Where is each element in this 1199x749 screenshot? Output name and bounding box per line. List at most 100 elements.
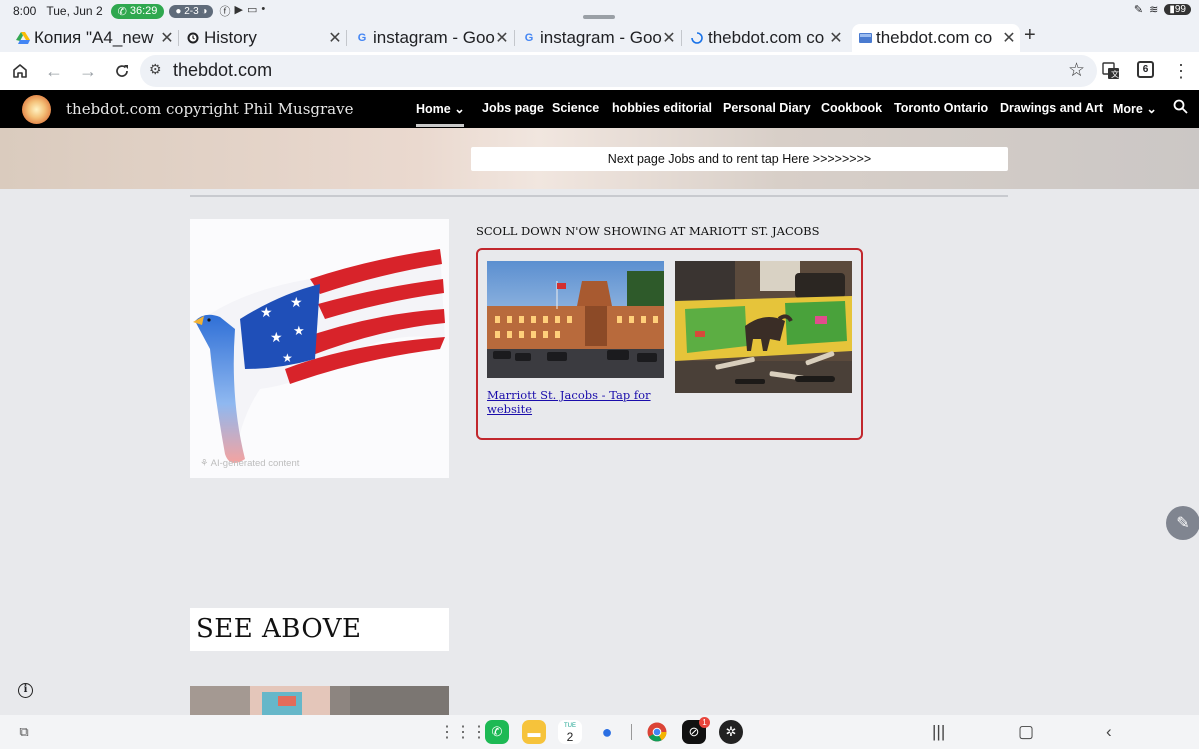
chrome-app-icon[interactable]: [645, 720, 669, 744]
tasks-app-icon[interactable]: ⊘ 1: [682, 717, 710, 744]
tab-separator: [178, 30, 179, 46]
app-drawer-icon[interactable]: ⋮⋮⋮: [439, 720, 487, 744]
ai-generated-label: ⚘ AI-generated content: [200, 458, 300, 469]
site-logo[interactable]: [22, 95, 51, 124]
site-header: thebdot.com copyright Phil Musgrave Home…: [0, 90, 1199, 128]
site-title[interactable]: thebdot.com copyright Phil Musgrave: [66, 100, 353, 118]
messages-app-icon[interactable]: ●: [595, 720, 619, 744]
new-tab-icon[interactable]: +: [1024, 24, 1036, 47]
svg-text:★: ★: [290, 295, 303, 311]
nav-home[interactable]: Home ⌄: [416, 101, 465, 116]
tab-title: instagram - Goo: [540, 28, 662, 47]
multiwindow-handle[interactable]: [583, 15, 615, 19]
close-tab-icon[interactable]: ✕: [829, 28, 843, 48]
nav-hobbies-editorial[interactable]: hobbies editorial: [612, 101, 712, 115]
bottom-image[interactable]: [190, 686, 449, 715]
svg-text:★: ★: [293, 324, 305, 339]
tab-6-active[interactable]: thebdot.com co ✕: [852, 24, 1020, 52]
gallery-icon: ▭: [246, 4, 258, 16]
tab-title: thebdot.com co: [876, 28, 993, 47]
tab-switcher-button[interactable]: 6: [1137, 61, 1154, 78]
nav-cookbook[interactable]: Cookbook: [821, 101, 882, 115]
drive-icon: [16, 31, 30, 45]
back-nav-icon[interactable]: ‹: [1106, 722, 1112, 742]
tab-1[interactable]: Копия "A4_news ✕: [16, 24, 174, 52]
screenshot-icon[interactable]: ⧉: [12, 720, 36, 744]
pen-icon: ✎: [1133, 4, 1144, 16]
site-favicon-icon: [858, 31, 872, 45]
wifi-icon: ≋: [1149, 4, 1159, 16]
svg-text:★: ★: [270, 330, 283, 346]
loading-icon: [690, 31, 704, 45]
phone-icon: ✆: [117, 5, 127, 18]
painting-image[interactable]: [675, 261, 852, 393]
youtube-icon: ▶: [234, 4, 243, 16]
browser-toolbar: ← → ⚙ thebdot.com ☆ 文 6 ⋮: [0, 52, 1199, 90]
nav-drawings-and-art[interactable]: Drawings and Art: [1000, 101, 1103, 115]
nav-science[interactable]: Science: [552, 101, 599, 115]
section-divider: [190, 195, 1008, 197]
close-tab-icon[interactable]: ✕: [328, 28, 342, 48]
notification-icons: ⓕ ▶ ▭ •: [219, 3, 265, 19]
see-above-heading: SEE ABOVE: [190, 608, 449, 651]
more-vertical-icon: ⋮: [1172, 60, 1190, 81]
android-taskbar: ⧉ ⋮⋮⋮ ✆ ▬ TUE 2 ● ⊘ 1 ✲ ||| ▢ ‹: [0, 715, 1199, 749]
taskbar-separator: [631, 724, 632, 740]
tab-title: Копия "A4_news: [34, 28, 154, 47]
translate-button[interactable]: 文: [1098, 58, 1124, 84]
battery-indicator: ▮99: [1164, 4, 1191, 15]
close-tab-icon[interactable]: ✕: [160, 28, 174, 48]
close-tab-icon[interactable]: ✕: [662, 28, 676, 48]
url-text[interactable]: thebdot.com: [173, 60, 272, 81]
address-bar[interactable]: ⚙ thebdot.com ☆: [140, 55, 1097, 87]
close-tab-icon[interactable]: ✕: [495, 28, 509, 48]
calendar-day: 2: [566, 730, 574, 744]
forward-button[interactable]: →: [75, 58, 101, 84]
svg-text:★: ★: [282, 351, 293, 365]
nav-more[interactable]: More ⌄: [1113, 101, 1157, 116]
phone-app-icon[interactable]: ✆: [485, 720, 509, 744]
back-button[interactable]: ←: [41, 58, 67, 84]
pencil-icon: ✎: [1176, 515, 1190, 532]
settings-app-icon[interactable]: ✲: [719, 720, 743, 744]
tab-title: thebdot.com co: [708, 28, 825, 47]
google-icon: G: [357, 32, 367, 44]
tab-3[interactable]: G instagram - Goo ✕: [355, 24, 509, 52]
marriott-website-link[interactable]: Marriott St. Jacobs - Tap for website: [487, 388, 664, 416]
active-nav-indicator: [416, 124, 464, 127]
call-pill[interactable]: ✆ 36:29: [110, 3, 165, 19]
google-icon: G: [524, 32, 534, 44]
next-page-button[interactable]: Next page Jobs and to rent tap Here >>>>…: [471, 147, 1008, 171]
calendar-app-icon[interactable]: TUE 2: [558, 720, 582, 744]
notes-app-icon[interactable]: ▬: [522, 720, 546, 744]
nav-jobs-page[interactable]: Jobs page: [482, 101, 544, 115]
bookmark-star-icon[interactable]: ☆: [1068, 59, 1085, 82]
site-settings-icon[interactable]: ⚙: [149, 61, 162, 78]
edit-fab-button[interactable]: ✎: [1166, 506, 1199, 540]
menu-button[interactable]: ⋮: [1168, 58, 1194, 84]
nav-personal-diary[interactable]: Personal Diary: [723, 101, 811, 115]
close-tab-icon[interactable]: ✕: [1002, 28, 1016, 48]
section-heading: SCOLL DOWN N'OW SHOWING AT MARIOTT ST. J…: [476, 224, 820, 238]
facebook-icon: ⓕ: [219, 6, 231, 18]
reload-button[interactable]: [109, 58, 135, 84]
eagle-flag-image[interactable]: ★ ★ ★ ★ ★ ⚘ AI-generated content: [190, 219, 449, 478]
recents-icon[interactable]: |||: [932, 722, 945, 742]
tab-separator: [514, 30, 515, 46]
hero-banner: Next page Jobs and to rent tap Here >>>>…: [0, 128, 1199, 189]
tab-5[interactable]: thebdot.com co ✕: [690, 24, 843, 52]
marriott-hotel-image[interactable]: [487, 261, 664, 378]
tab-4[interactable]: G instagram - Goo ✕: [522, 24, 676, 52]
tab-title: instagram - Goo: [373, 28, 495, 47]
more-dot-icon: •: [261, 3, 266, 15]
nav-toronto-ontario[interactable]: Toronto Ontario: [894, 101, 988, 115]
search-icon[interactable]: [1173, 99, 1188, 119]
info-icon[interactable]: i: [18, 683, 33, 698]
tab-strip: Копия "A4_news ✕ History ✕ G instagram -…: [0, 22, 1199, 52]
home-nav-icon[interactable]: ▢: [1018, 722, 1034, 742]
tab-2[interactable]: History ✕: [186, 24, 342, 52]
svg-text:★: ★: [260, 305, 273, 321]
home-button[interactable]: [7, 58, 33, 84]
clock: 8:00: [13, 4, 37, 18]
tab-separator: [346, 30, 347, 46]
